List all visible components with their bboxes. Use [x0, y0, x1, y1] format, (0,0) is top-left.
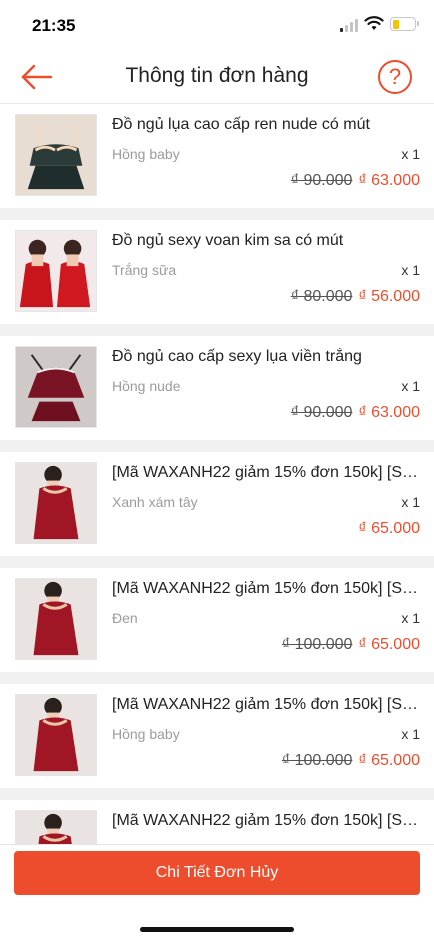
product-prices: ₫ 65.000 [358, 520, 420, 538]
product-prices: ₫ 100.000 ₫ 65.000 [282, 752, 420, 770]
original-price: ₫ 100.000 [281, 636, 353, 653]
original-price: ₫ 90.000 [290, 404, 353, 421]
product-thumbnail[interactable] [15, 114, 97, 196]
product-item[interactable]: [Mã WAXANH22 giảm 15% đơn 150k] [Sẵn hàn… [0, 800, 434, 844]
help-icon[interactable]: ? [378, 60, 412, 94]
product-quantity: x 1 [401, 610, 420, 626]
product-item[interactable]: Đồ ngủ sexy voan kim sa có mút Trắng sữa… [0, 220, 434, 324]
sale-price: ₫ 65.000 [358, 752, 420, 769]
product-variant: Hồng nude [112, 378, 181, 394]
product-variant: Hồng baby [112, 146, 180, 162]
battery-icon [390, 17, 416, 31]
page-title: Thông tin đơn hàng [125, 64, 309, 87]
product-name: [Mã WAXANH22 giảm 15% đơn 150k] [Sẵn hàn… [112, 812, 420, 829]
product-prices: ₫ 90.000 ₫ 63.000 [291, 404, 420, 422]
product-name: [Mã WAXANH22 giảm 15% đơn 150k] [Sẵn hàn… [112, 464, 420, 481]
product-thumbnail[interactable] [15, 462, 97, 544]
product-name: Đồ ngủ sexy voan kim sa có mút [112, 232, 344, 249]
product-thumbnail[interactable] [15, 810, 97, 844]
cancel-details-button[interactable]: Chi Tiết Đơn Hủy [14, 851, 420, 895]
product-list[interactable]: Đồ ngủ lụa cao cấp ren nude có mút Hồng … [0, 104, 434, 844]
product-name: Đồ ngủ cao cấp sexy lụa viền trắng [112, 348, 362, 365]
product-item[interactable]: [Mã WAXANH22 giảm 15% đơn 150k] [Sẵn hàn… [0, 684, 434, 788]
product-quantity: x 1 [401, 378, 420, 394]
product-item[interactable]: [Mã WAXANH22 giảm 15% đơn 150k] [Sẵn hàn… [0, 452, 434, 556]
product-variant: Đen [112, 610, 138, 626]
product-quantity: x 1 [401, 494, 420, 510]
sale-price: ₫ 65.000 [358, 636, 420, 653]
product-quantity: x 1 [401, 146, 420, 162]
home-indicator[interactable] [140, 927, 294, 932]
sale-price: ₫ 65.000 [358, 520, 420, 537]
status-time: 21:35 [32, 16, 76, 35]
wifi-icon [364, 16, 384, 30]
product-prices: ₫ 80.000 ₫ 56.000 [291, 288, 420, 306]
product-name: [Mã WAXANH22 giảm 15% đơn 150k] [Sẵn hàn… [112, 696, 420, 713]
signal-icon [340, 18, 360, 32]
original-price: ₫ 100.000 [281, 752, 353, 769]
product-variant: Xanh xám tây [112, 494, 198, 510]
product-item[interactable]: [Mã WAXANH22 giảm 15% đơn 150k] [Sẵn hàn… [0, 568, 434, 672]
product-thumbnail[interactable] [15, 578, 97, 660]
status-bar: 21:35 [0, 0, 434, 50]
product-prices: ₫ 100.000 ₫ 65.000 [282, 636, 420, 654]
product-item[interactable]: Đồ ngủ cao cấp sexy lụa viền trắng Hồng … [0, 336, 434, 440]
original-price: ₫ 80.000 [290, 288, 353, 305]
product-quantity: x 1 [401, 726, 420, 742]
product-quantity: x 1 [401, 262, 420, 278]
product-name: [Mã WAXANH22 giảm 15% đơn 150k] [Sẵn hàn… [112, 580, 420, 597]
original-price: ₫ 90.000 [290, 172, 353, 189]
product-name: Đồ ngủ lụa cao cấp ren nude có mút [112, 116, 370, 133]
sale-price: ₫ 63.000 [358, 404, 420, 421]
product-thumbnail[interactable] [15, 694, 97, 776]
battery-cap [417, 21, 419, 26]
product-item[interactable]: Đồ ngủ lụa cao cấp ren nude có mút Hồng … [0, 104, 434, 208]
sale-price: ₫ 56.000 [358, 288, 420, 305]
product-thumbnail[interactable] [15, 346, 97, 428]
product-thumbnail[interactable] [15, 230, 97, 312]
bottom-bar: Chi Tiết Đơn Hủy [0, 844, 434, 941]
product-prices: ₫ 90.000 ₫ 63.000 [291, 172, 420, 190]
header: Thông tin đơn hàng ? [0, 50, 434, 104]
product-variant: Hồng baby [112, 726, 180, 742]
sale-price: ₫ 63.000 [358, 172, 420, 189]
product-variant: Trắng sữa [112, 262, 177, 278]
